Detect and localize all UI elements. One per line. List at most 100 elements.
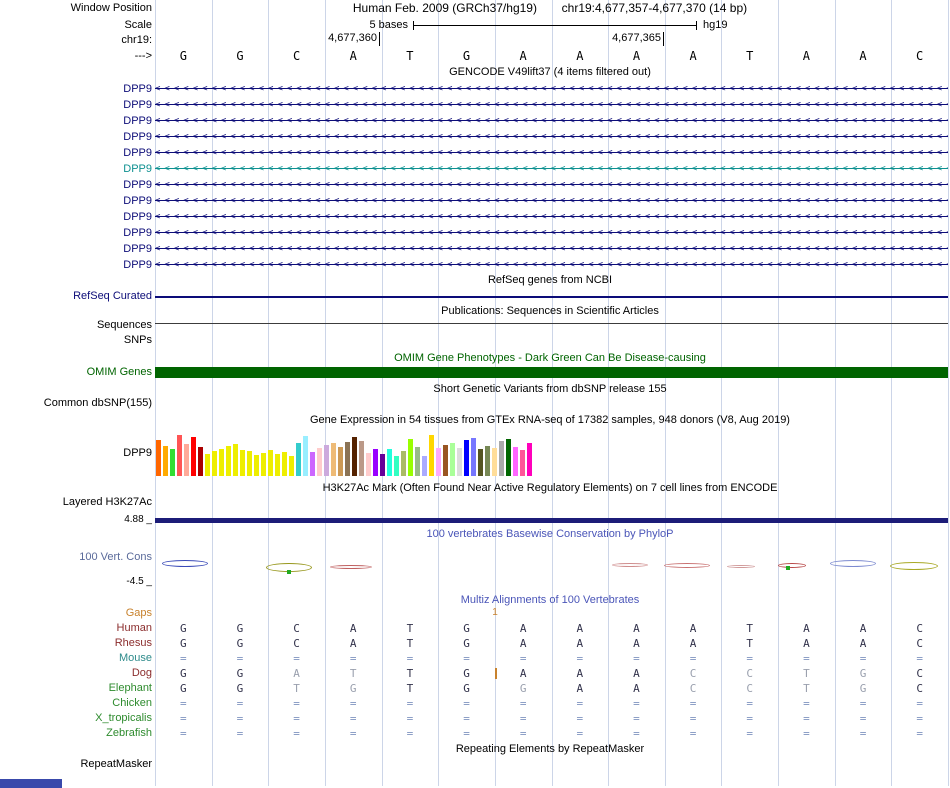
gtex-tissue-bar[interactable] <box>233 444 238 476</box>
gtex-tissue-bar[interactable] <box>436 448 441 476</box>
gtex-tissue-bar[interactable] <box>163 446 168 476</box>
transcript-label[interactable]: DPP9 <box>0 145 152 161</box>
gtex-tissue-bar[interactable] <box>429 435 434 476</box>
omim-label[interactable]: OMIM Genes <box>0 366 152 379</box>
gtex-tissue-bar[interactable] <box>422 456 427 476</box>
transcript-line[interactable]: <<<<<<<<<<<<<<<<<<<<<<<<<<<<<<<<<<<<<<<<… <box>155 193 948 209</box>
transcript-line[interactable]: <<<<<<<<<<<<<<<<<<<<<<<<<<<<<<<<<<<<<<<<… <box>155 97 948 113</box>
gencode-transcript-row[interactable]: DPP9 <<<<<<<<<<<<<<<<<<<<<<<<<<<<<<<<<<<<… <box>0 161 950 177</box>
dbsnp-label[interactable]: Common dbSNP(155) <box>0 397 152 410</box>
gtex-tissue-bar[interactable] <box>156 440 161 476</box>
gtex-tissue-bar[interactable] <box>324 445 329 476</box>
transcript-label[interactable]: DPP9 <box>0 209 152 225</box>
species-label[interactable]: Rhesus <box>0 636 152 651</box>
gtex-tissue-bar[interactable] <box>289 456 294 476</box>
gencode-transcript-row[interactable]: DPP9 <<<<<<<<<<<<<<<<<<<<<<<<<<<<<<<<<<<<… <box>0 145 950 161</box>
transcript-line[interactable]: <<<<<<<<<<<<<<<<<<<<<<<<<<<<<<<<<<<<<<<<… <box>155 113 948 129</box>
conservation-label[interactable]: 100 Vert. Cons <box>0 551 152 564</box>
transcript-label[interactable]: DPP9 <box>0 177 152 193</box>
gencode-transcript-row[interactable]: DPP9 <<<<<<<<<<<<<<<<<<<<<<<<<<<<<<<<<<<<… <box>0 241 950 257</box>
alignment-row[interactable]: Human G G C A T G A A A A T A A C <box>0 621 950 636</box>
gtex-tissue-bar[interactable] <box>317 448 322 476</box>
transcript-label[interactable]: DPP9 <box>0 257 152 273</box>
alignment-row[interactable]: Mouse = = = = = = = = = = = = = = <box>0 651 950 666</box>
multiz-alignment[interactable]: Human G G C A T G A A A A T A A C Rhesus G G C A T G A A A A T A A C M… <box>0 621 950 741</box>
gtex-tissue-bar[interactable] <box>506 439 511 476</box>
transcript-label[interactable]: DPP9 <box>0 113 152 129</box>
gtex-tissue-bar[interactable] <box>268 450 273 476</box>
alignment-row[interactable]: Rhesus G G C A T G A A A A T A A C <box>0 636 950 651</box>
transcript-line[interactable]: <<<<<<<<<<<<<<<<<<<<<<<<<<<<<<<<<<<<<<<<… <box>155 257 948 273</box>
gtex-tissue-bar[interactable] <box>345 442 350 476</box>
gencode-transcript-row[interactable]: DPP9 <<<<<<<<<<<<<<<<<<<<<<<<<<<<<<<<<<<<… <box>0 113 950 129</box>
species-label[interactable]: Elephant <box>0 681 152 696</box>
alignment-row[interactable]: Elephant G G T G T G G A A C C T G C <box>0 681 950 696</box>
gtex-tissue-bar[interactable] <box>359 441 364 476</box>
gtex-tissue-bar[interactable] <box>471 438 476 476</box>
gtex-tissue-bar[interactable] <box>177 435 182 476</box>
sequences-label[interactable]: Sequences <box>0 319 152 332</box>
gtex-tissue-bar[interactable] <box>380 454 385 476</box>
omim-gene-bar[interactable] <box>155 367 948 378</box>
gtex-tissue-bar[interactable] <box>282 452 287 476</box>
alignment-row[interactable]: X_tropicalis = = = = = = = = = = = = = = <box>0 711 950 726</box>
species-label[interactable]: Dog <box>0 666 152 681</box>
gtex-tissue-bar[interactable] <box>527 443 532 476</box>
species-label[interactable]: Zebrafish <box>0 726 152 741</box>
gtex-bar-chart[interactable] <box>156 430 536 476</box>
gtex-tissue-bar[interactable] <box>485 446 490 476</box>
h3k27ac-signal-bar[interactable] <box>155 518 948 523</box>
gtex-tissue-bar[interactable] <box>387 449 392 476</box>
gencode-transcript-row[interactable]: DPP9 <<<<<<<<<<<<<<<<<<<<<<<<<<<<<<<<<<<<… <box>0 177 950 193</box>
gtex-tissue-bar[interactable] <box>464 440 469 476</box>
refseq-gene-line[interactable] <box>155 296 948 298</box>
gencode-transcript-row[interactable]: DPP9 <<<<<<<<<<<<<<<<<<<<<<<<<<<<<<<<<<<<… <box>0 193 950 209</box>
gtex-tissue-bar[interactable] <box>198 447 203 476</box>
gencode-transcript-row[interactable]: DPP9 <<<<<<<<<<<<<<<<<<<<<<<<<<<<<<<<<<<<… <box>0 209 950 225</box>
transcript-label[interactable]: DPP9 <box>0 225 152 241</box>
repeatmasker-label[interactable]: RepeatMasker <box>0 758 152 771</box>
gtex-tissue-bar[interactable] <box>457 448 462 476</box>
transcript-line[interactable]: <<<<<<<<<<<<<<<<<<<<<<<<<<<<<<<<<<<<<<<<… <box>155 241 948 257</box>
gtex-tissue-bar[interactable] <box>170 449 175 476</box>
alignment-row[interactable]: Chicken = = = = = = = = = = = = = = <box>0 696 950 711</box>
species-label[interactable]: Chicken <box>0 696 152 711</box>
gtex-tissue-bar[interactable] <box>191 437 196 476</box>
transcript-label[interactable]: DPP9 <box>0 81 152 97</box>
gtex-tissue-bar[interactable] <box>184 444 189 476</box>
snps-label[interactable]: SNPs <box>0 334 152 347</box>
gtex-tissue-bar[interactable] <box>492 448 497 476</box>
gencode-transcript-row[interactable]: DPP9 <<<<<<<<<<<<<<<<<<<<<<<<<<<<<<<<<<<<… <box>0 257 950 273</box>
gtex-tissue-bar[interactable] <box>226 446 231 476</box>
gtex-tissue-bar[interactable] <box>394 456 399 476</box>
gtex-tissue-bar[interactable] <box>254 455 259 476</box>
gtex-tissue-bar[interactable] <box>478 449 483 476</box>
gtex-tissue-bar[interactable] <box>338 447 343 476</box>
transcript-line[interactable]: <<<<<<<<<<<<<<<<<<<<<<<<<<<<<<<<<<<<<<<<… <box>155 209 948 225</box>
transcript-line[interactable]: <<<<<<<<<<<<<<<<<<<<<<<<<<<<<<<<<<<<<<<<… <box>155 225 948 241</box>
transcript-label[interactable]: DPP9 <box>0 97 152 113</box>
alignment-row[interactable]: Zebrafish = = = = = = = = = = = = = = <box>0 726 950 741</box>
gtex-tissue-bar[interactable] <box>450 443 455 476</box>
h3k27ac-label[interactable]: Layered H3K27Ac <box>0 496 152 509</box>
alignment-row[interactable]: Dog G G A T T G A A A C C T G C <box>0 666 950 681</box>
transcript-label[interactable]: DPP9 <box>0 129 152 145</box>
species-label[interactable]: X_tropicalis <box>0 711 152 726</box>
gtex-tissue-bar[interactable] <box>408 439 413 476</box>
gtex-tissue-bar[interactable] <box>240 450 245 476</box>
gtex-tissue-bar[interactable] <box>331 443 336 476</box>
gtex-tissue-bar[interactable] <box>310 452 315 476</box>
gencode-transcript-row[interactable]: DPP9 <<<<<<<<<<<<<<<<<<<<<<<<<<<<<<<<<<<<… <box>0 81 950 97</box>
gencode-transcript-row[interactable]: DPP9 <<<<<<<<<<<<<<<<<<<<<<<<<<<<<<<<<<<<… <box>0 97 950 113</box>
gtex-tissue-bar[interactable] <box>303 436 308 476</box>
gtex-tissue-bar[interactable] <box>247 451 252 476</box>
species-label[interactable]: Human <box>0 621 152 636</box>
transcript-line[interactable]: <<<<<<<<<<<<<<<<<<<<<<<<<<<<<<<<<<<<<<<<… <box>155 161 948 177</box>
gencode-transcript-row[interactable]: DPP9 <<<<<<<<<<<<<<<<<<<<<<<<<<<<<<<<<<<<… <box>0 129 950 145</box>
gencode-transcript-row[interactable]: DPP9 <<<<<<<<<<<<<<<<<<<<<<<<<<<<<<<<<<<<… <box>0 225 950 241</box>
transcript-label[interactable]: DPP9 <box>0 161 152 177</box>
gtex-tissue-bar[interactable] <box>205 454 210 476</box>
transcript-line[interactable]: <<<<<<<<<<<<<<<<<<<<<<<<<<<<<<<<<<<<<<<<… <box>155 81 948 97</box>
gaps-label[interactable]: Gaps <box>0 607 152 620</box>
gtex-tissue-bar[interactable] <box>352 437 357 476</box>
